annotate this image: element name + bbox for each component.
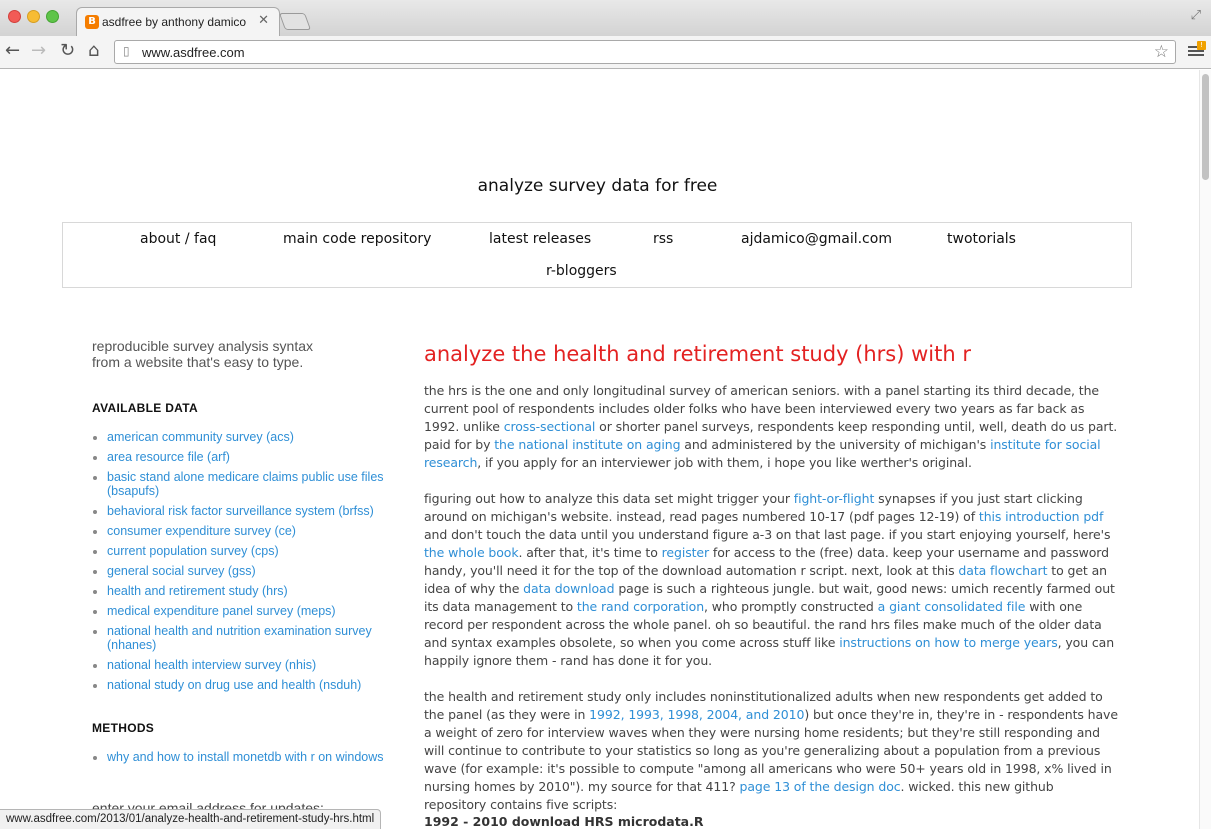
tagline-line-1: reproducible survey analysis syntax xyxy=(92,338,313,354)
paragraph-text: figuring out how to analyze this data se… xyxy=(424,491,794,506)
fullscreen-icon[interactable]: ⤢ xyxy=(1191,8,1201,23)
new-tab-button[interactable] xyxy=(278,13,312,30)
nav-latest-releases[interactable]: latest releases xyxy=(489,231,591,247)
link-whole-book[interactable]: the whole book xyxy=(424,545,519,560)
link-data-download[interactable]: data download xyxy=(523,581,614,596)
back-arrow-icon[interactable]: ← xyxy=(5,41,20,61)
link-cross-sectional[interactable]: cross-sectional xyxy=(504,419,596,434)
blog-post: analyze the health and retirement study … xyxy=(424,340,1118,814)
page-icon: ▯ xyxy=(123,44,130,58)
script-heading: 1992 - 2010 download HRS microdata.R xyxy=(424,814,704,829)
list-item: national health and nutrition examinatio… xyxy=(92,624,392,652)
post-paragraph-1: the hrs is the one and only longitudinal… xyxy=(424,382,1118,472)
post-title: analyze the health and retirement study … xyxy=(424,342,971,366)
list-item: national health interview survey (nhis) xyxy=(92,658,392,672)
methods-list: why and how to install monetdb with r on… xyxy=(92,750,392,764)
post-paragraph-2: figuring out how to analyze this data se… xyxy=(424,490,1118,670)
paragraph-text: and administered by the university of mi… xyxy=(680,437,991,452)
nav-main-code-repository[interactable]: main code repository xyxy=(283,231,431,247)
browser-tab[interactable]: B asdfree by anthony damico ✕ xyxy=(76,7,280,36)
home-icon[interactable]: ⌂ xyxy=(88,41,99,61)
link-data-flowchart[interactable]: data flowchart xyxy=(958,563,1047,578)
list-item: basic stand alone medicare claims public… xyxy=(92,470,392,498)
sidebar-link-ce[interactable]: consumer expenditure survey (ce) xyxy=(107,524,296,538)
list-item: national study on drug use and health (n… xyxy=(92,678,392,692)
sidebar-link-nsduh[interactable]: national study on drug use and health (n… xyxy=(107,678,361,692)
sidebar-link-nhanes[interactable]: national health and nutrition examinatio… xyxy=(107,624,372,652)
url-text[interactable]: www.asdfree.com xyxy=(142,45,245,60)
link-register[interactable]: register xyxy=(662,545,710,560)
available-data-heading: AVAILABLE DATA xyxy=(92,401,198,415)
list-item: behavioral risk factor surveillance syst… xyxy=(92,504,392,518)
list-item: general social survey (gss) xyxy=(92,564,392,578)
link-design-doc[interactable]: page 13 of the design doc xyxy=(740,779,901,794)
sidebar-link-gss[interactable]: general social survey (gss) xyxy=(107,564,256,578)
reload-icon[interactable]: ↻ xyxy=(60,41,75,61)
nav-rss[interactable]: rss xyxy=(653,231,673,247)
methods-heading: METHODS xyxy=(92,721,155,735)
sidebar-tagline: reproducible survey analysis syntax from… xyxy=(92,338,392,370)
list-item: current population survey (cps) xyxy=(92,544,392,558)
close-tab-icon[interactable]: ✕ xyxy=(258,13,269,28)
post-paragraph-3: the health and retirement study only inc… xyxy=(424,688,1118,814)
close-window-button[interactable] xyxy=(8,10,21,23)
link-consolidated-file[interactable]: a giant consolidated file xyxy=(878,599,1026,614)
list-item: american community survey (acs) xyxy=(92,430,392,444)
top-navigation: about / faq main code repository latest … xyxy=(62,222,1132,288)
vertical-scrollbar[interactable] xyxy=(1199,70,1211,829)
link-introduction-pdf[interactable]: this introduction pdf xyxy=(979,509,1104,524)
site-title: analyze survey data for free xyxy=(477,176,718,196)
forward-arrow-icon[interactable]: → xyxy=(31,41,46,61)
nav-email[interactable]: ajdamico@gmail.com xyxy=(741,231,892,247)
list-item: why and how to install monetdb with r on… xyxy=(92,750,392,764)
sidebar-link-arf[interactable]: area resource file (arf) xyxy=(107,450,230,464)
link-rand-corporation[interactable]: the rand corporation xyxy=(577,599,704,614)
nav-r-bloggers[interactable]: r-bloggers xyxy=(546,263,617,279)
tab-title: asdfree by anthony damico xyxy=(102,15,247,29)
page-viewport: analyze survey data for free about / faq… xyxy=(0,70,1199,829)
list-item: consumer expenditure survey (ce) xyxy=(92,524,392,538)
nav-about-faq[interactable]: about / faq xyxy=(140,231,216,247)
zoom-window-button[interactable] xyxy=(46,10,59,23)
status-bar-url: www.asdfree.com/2013/01/analyze-health-a… xyxy=(0,809,382,829)
bookmark-star-icon[interactable]: ☆ xyxy=(1154,42,1169,62)
scrollbar-thumb[interactable] xyxy=(1202,74,1209,180)
nav-twotorials[interactable]: twotorials xyxy=(947,231,1016,247)
list-item: area resource file (arf) xyxy=(92,450,392,464)
tagline-line-2: from a website that's easy to type. xyxy=(92,354,304,370)
sidebar-link-nhis[interactable]: national health interview survey (nhis) xyxy=(107,658,316,672)
link-fight-or-flight[interactable]: fight-or-flight xyxy=(794,491,875,506)
blogger-icon: B xyxy=(85,15,99,29)
paragraph-text: , who promptly constructed xyxy=(704,599,878,614)
link-national-institute-on-aging[interactable]: the national institute on aging xyxy=(494,437,680,452)
list-item: medical expenditure panel survey (meps) xyxy=(92,604,392,618)
browser-titlebar: B asdfree by anthony damico ✕ ⤢ xyxy=(0,0,1211,36)
sidebar: reproducible survey analysis syntax from… xyxy=(92,338,392,770)
sidebar-link-bsapufs[interactable]: basic stand alone medicare claims public… xyxy=(107,470,384,498)
link-merge-years[interactable]: instructions on how to merge years xyxy=(839,635,1057,650)
available-data-list: american community survey (acs) area res… xyxy=(92,430,392,692)
minimize-window-button[interactable] xyxy=(27,10,40,23)
list-item: health and retirement study (hrs) xyxy=(92,584,392,598)
sidebar-link-hrs[interactable]: health and retirement study (hrs) xyxy=(107,584,288,598)
paragraph-text: and don't touch the data until you under… xyxy=(424,527,1111,542)
address-bar[interactable]: ▯ www.asdfree.com ☆ xyxy=(114,40,1176,64)
browser-toolbar: ← → ↻ ⌂ ▯ www.asdfree.com ☆ ! xyxy=(0,36,1211,69)
sidebar-link-monetdb[interactable]: why and how to install monetdb with r on… xyxy=(107,750,384,764)
sidebar-link-acs[interactable]: american community survey (acs) xyxy=(107,430,294,444)
sidebar-link-meps[interactable]: medical expenditure panel survey (meps) xyxy=(107,604,336,618)
paragraph-text: , if you apply for an interviewer job wi… xyxy=(477,455,972,470)
sidebar-link-brfss[interactable]: behavioral risk factor surveillance syst… xyxy=(107,504,374,518)
paragraph-text: . after that, it's time to xyxy=(518,545,662,560)
update-badge: ! xyxy=(1197,41,1206,50)
link-wave-years[interactable]: 1992, 1993, 1998, 2004, and 2010 xyxy=(589,707,804,722)
sidebar-link-cps[interactable]: current population survey (cps) xyxy=(107,544,279,558)
